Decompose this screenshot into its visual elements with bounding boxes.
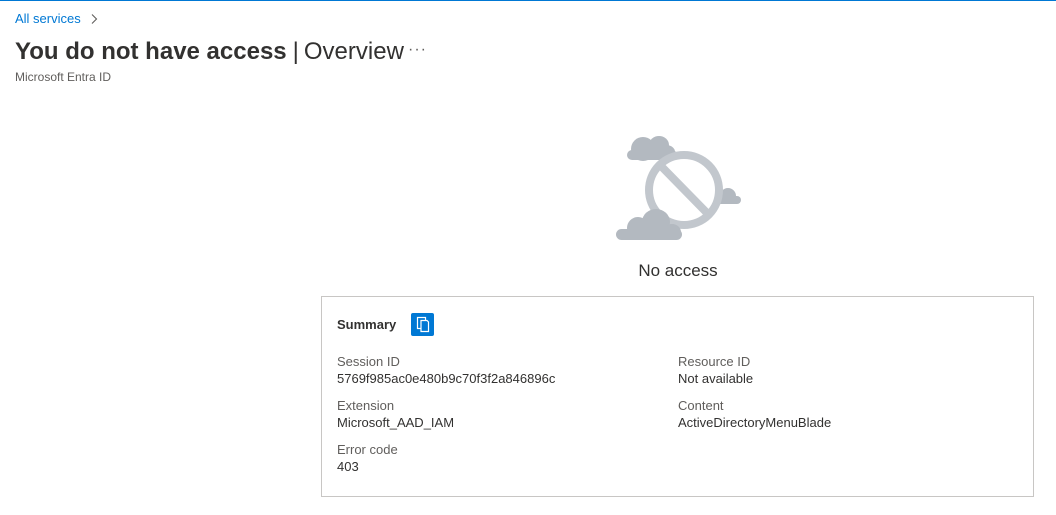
summary-header: Summary [337, 313, 435, 336]
error-code-value: 403 [337, 459, 359, 474]
summary-label: Summary [337, 317, 397, 332]
page-title: You do not have access | Overview [15, 38, 404, 66]
extension-value: Microsoft_AAD_IAM [337, 415, 455, 430]
page-title-separator: | [292, 38, 299, 65]
error-code-label: Error code [337, 442, 398, 457]
top-accent-line [0, 0, 1056, 1]
session-id-value: 5769f985ac0e480b9c70f3f2a846896c [337, 371, 556, 386]
breadcrumb: All services [15, 11, 99, 26]
more-actions-button[interactable]: ··· [408, 42, 427, 58]
chevron-right-icon [91, 13, 98, 24]
summary-panel: Summary Session ID 5769f985ac0e480b9c70f… [321, 296, 1034, 497]
error-code-field: Error code 403 [337, 441, 398, 475]
breadcrumb-all-services-link[interactable]: All services [15, 11, 81, 26]
session-id-label: Session ID [337, 354, 400, 369]
page-title-subpage: Overview [303, 38, 404, 65]
session-id-field: Session ID 5769f985ac0e480b9c70f3f2a8468… [337, 353, 555, 387]
extension-field: Extension Microsoft_AAD_IAM [337, 397, 454, 431]
no-access-cloud-icon [616, 136, 741, 240]
content-field: Content ActiveDirectoryMenuBlade [678, 397, 831, 431]
content-value: ActiveDirectoryMenuBlade [678, 415, 832, 430]
copy-icon [416, 316, 429, 333]
resource-id-label: Resource ID [678, 354, 751, 369]
copy-summary-button[interactable] [411, 313, 435, 336]
extension-label: Extension [337, 398, 395, 413]
resource-id-field: Resource ID Not available [678, 353, 753, 387]
resource-id-value: Not available [678, 371, 754, 386]
no-access-heading: No access [638, 261, 718, 280]
page-title-main: You do not have access [15, 38, 287, 65]
content-label: Content [678, 398, 724, 413]
service-name: Microsoft Entra ID [15, 70, 112, 84]
